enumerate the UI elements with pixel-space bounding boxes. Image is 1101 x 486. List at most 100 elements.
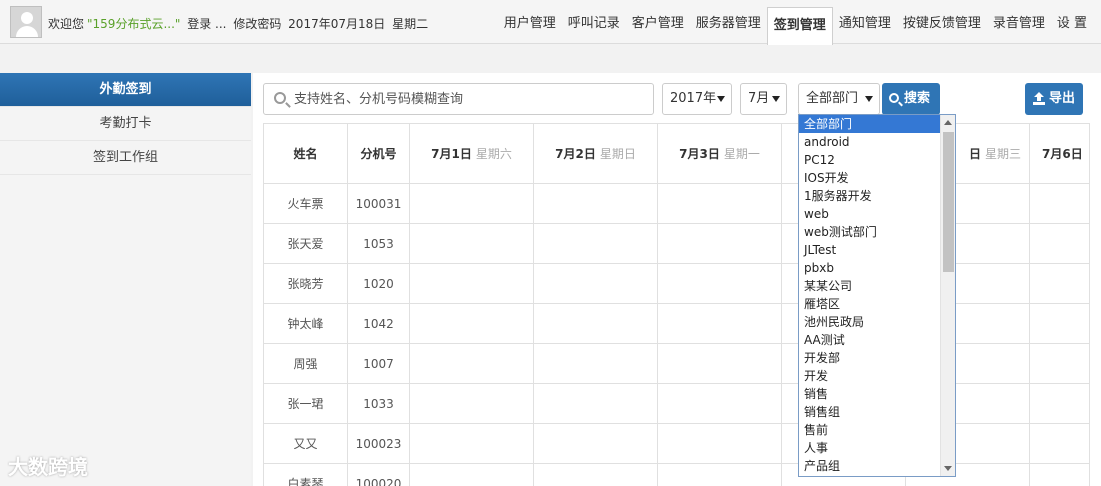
company-name: "159分布式云...": [87, 17, 181, 31]
department-option[interactable]: pbxb: [799, 259, 940, 277]
department-option[interactable]: 全部部门: [799, 115, 940, 133]
day-weekday: 星期一: [723, 147, 760, 161]
current-weekday: 星期二: [392, 17, 429, 31]
department-option[interactable]: 雁塔区: [799, 295, 940, 313]
login-link[interactable]: 登录 ...: [187, 17, 226, 31]
table-row: 火车票 100031: [263, 183, 1090, 224]
department-dropdown-list[interactable]: 全部部门 android PC12 IOS开发 1服务器开发 web web测试部门 JLTe…: [798, 114, 956, 477]
day-date: 7月6日: [1042, 147, 1083, 161]
cell-extension: 1007: [347, 343, 410, 384]
department-option[interactable]: 池州民政局: [799, 313, 940, 331]
search-input[interactable]: [294, 89, 644, 109]
department-select[interactable]: 全部部门: [798, 83, 880, 115]
search-icon: [889, 93, 899, 103]
table-row: 白素琴 100020: [263, 463, 1090, 486]
cell-extension: 1053: [347, 223, 410, 264]
table-header-row: 姓名 分机号 7月1日 星期六 7月2日 星期日 7月3日 星期一 日星期三 7月6日: [263, 123, 1090, 184]
chevron-down-icon: [717, 96, 725, 102]
department-option[interactable]: 销售: [799, 385, 940, 403]
nav-user-management[interactable]: 用户管理: [498, 4, 562, 44]
cell-name: 张一珺: [263, 383, 348, 424]
nav-settings[interactable]: 设 置: [1051, 4, 1093, 44]
search-button[interactable]: 搜索: [882, 83, 940, 115]
upload-icon: [1033, 92, 1045, 105]
department-option[interactable]: IOS开发: [799, 169, 940, 187]
nav-customer-management[interactable]: 客户管理: [626, 4, 690, 44]
cell-name: 白素琴: [263, 463, 348, 486]
department-option[interactable]: android: [799, 133, 940, 151]
main-nav: 用户管理 呼叫记录 客户管理 服务器管理 签到管理 通知管理 按键反馈管理 录音…: [498, 0, 1093, 45]
column-header-day: 7月2日 星期日: [533, 123, 658, 184]
department-option[interactable]: 产品组: [799, 457, 940, 475]
scroll-down-icon[interactable]: [944, 466, 952, 471]
table-row: 张一珺 1033: [263, 383, 1090, 424]
department-option[interactable]: JLTest: [799, 241, 940, 259]
cell-extension: 100023: [347, 423, 410, 464]
cell-name: 又又: [263, 423, 348, 464]
table-row: 张天爱 1053: [263, 223, 1090, 264]
year-select-value: 2017年: [670, 91, 717, 106]
table-row: 又又 100023: [263, 423, 1090, 464]
department-option[interactable]: 开发: [799, 367, 940, 385]
sidebar-item-field-checkin[interactable]: 外勤签到: [0, 73, 251, 107]
cell-name: 火车票: [263, 183, 348, 224]
sidebar: 外勤签到 考勤打卡 签到工作组: [0, 73, 251, 486]
scroll-up-icon[interactable]: [944, 120, 952, 125]
cell-extension: 1042: [347, 303, 410, 344]
department-option[interactable]: AA测试: [799, 331, 940, 349]
top-bar: 欢迎您 "159分布式云..." 登录 ... 修改密码 2017年07月18日 …: [0, 0, 1101, 45]
nav-notification-management[interactable]: 通知管理: [833, 4, 897, 44]
day-date: 7月3日: [679, 147, 720, 161]
department-option[interactable]: 1服务器开发: [799, 187, 940, 205]
month-select[interactable]: 7月: [740, 83, 787, 115]
search-box[interactable]: [263, 83, 654, 115]
sidebar-item-checkin-groups[interactable]: 签到工作组: [0, 141, 251, 175]
cell-name: 周强: [263, 343, 348, 384]
dropdown-scrollbar[interactable]: [940, 115, 955, 476]
table-row: 钟太峰 1042: [263, 303, 1090, 344]
day-weekday: 星期三: [984, 147, 1021, 161]
cell-name: 张晓芳: [263, 263, 348, 304]
cell-extension: 1020: [347, 263, 410, 304]
table-row: 周强 1007: [263, 343, 1090, 384]
department-option[interactable]: 售前: [799, 421, 940, 439]
cell-extension: 100031: [347, 183, 410, 224]
column-header-day: 7月6日: [1029, 123, 1090, 184]
department-option[interactable]: 张胜寺测试: [799, 475, 940, 476]
sidebar-item-attendance[interactable]: 考勤打卡: [0, 107, 251, 141]
search-icon: [274, 92, 286, 104]
nav-call-records[interactable]: 呼叫记录: [562, 4, 626, 44]
chevron-down-icon: [772, 96, 780, 102]
welcome-text: 欢迎您 "159分布式云..." 登录 ... 修改密码 2017年07月18日 …: [48, 15, 431, 32]
chevron-down-icon: [865, 96, 873, 102]
scrollbar-thumb[interactable]: [943, 132, 954, 272]
department-option[interactable]: 销售组: [799, 403, 940, 421]
day-date: 7月1日: [431, 147, 472, 161]
checkin-table-wrapper: 姓名 分机号 7月1日 星期六 7月2日 星期日 7月3日 星期一 日星期三 7月6日…: [263, 123, 1101, 486]
department-option[interactable]: web测试部门: [799, 223, 940, 241]
nav-server-management[interactable]: 服务器管理: [690, 4, 767, 44]
cell-extension: 1033: [347, 383, 410, 424]
nav-checkin-management[interactable]: 签到管理: [766, 7, 833, 45]
department-option[interactable]: web: [799, 205, 940, 223]
nav-key-feedback-management[interactable]: 按键反馈管理: [897, 4, 987, 44]
column-header-extension: 分机号: [347, 123, 410, 184]
cell-extension: 100020: [347, 463, 410, 486]
month-select-value: 7月: [748, 91, 770, 106]
current-date: 2017年07月18日: [288, 17, 386, 31]
department-option[interactable]: 开发部: [799, 349, 940, 367]
checkin-table: 姓名 分机号 7月1日 星期六 7月2日 星期日 7月3日 星期一 日星期三 7月6日…: [263, 123, 1090, 486]
change-password-link[interactable]: 修改密码: [233, 17, 281, 31]
avatar[interactable]: [10, 6, 42, 38]
department-option[interactable]: 某某公司: [799, 277, 940, 295]
watermark-text: 大数跨境: [8, 455, 88, 479]
column-header-day: 7月3日 星期一: [657, 123, 782, 184]
export-button[interactable]: 导出: [1025, 83, 1083, 115]
nav-recording-management[interactable]: 录音管理: [987, 4, 1051, 44]
column-header-name: 姓名: [263, 123, 348, 184]
department-option[interactable]: PC12: [799, 151, 940, 169]
day-date: 日: [968, 147, 981, 161]
export-button-label: 导出: [1049, 91, 1076, 106]
department-option[interactable]: 人事: [799, 439, 940, 457]
year-select[interactable]: 2017年: [662, 83, 732, 115]
